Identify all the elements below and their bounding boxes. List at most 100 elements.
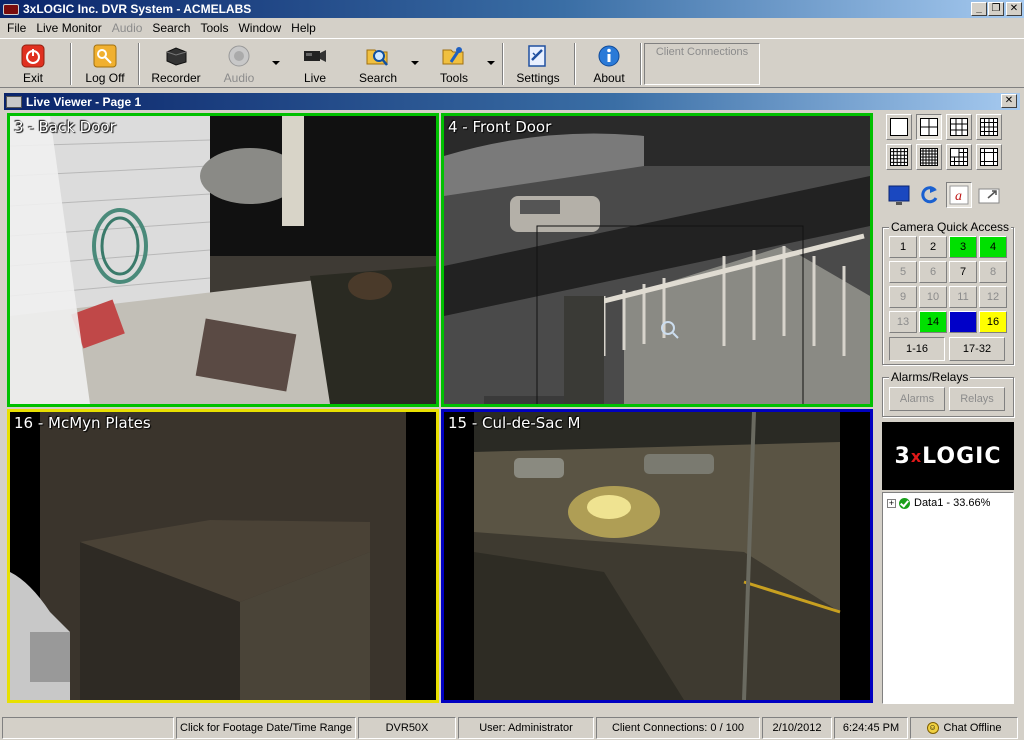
- camera-tile-back-door[interactable]: 3 - Back Door: [7, 113, 439, 407]
- 3xlogic-logo: 3 x LOGIC: [882, 422, 1014, 490]
- live-viewer-title: Live Viewer - Page 1: [26, 94, 142, 109]
- quick-access-camera-1[interactable]: 1: [889, 236, 917, 258]
- toolbar-separator: [138, 43, 140, 85]
- camera-label: 15 - Cul-de-Sac M: [448, 414, 581, 432]
- quick-access-camera-3[interactable]: 3: [949, 236, 977, 258]
- search-label: Search: [358, 71, 398, 85]
- logoff-button[interactable]: Log Off: [80, 41, 130, 87]
- quick-access-camera-16[interactable]: 16: [979, 311, 1007, 333]
- expand-icon[interactable]: +: [887, 498, 896, 508]
- layout-1x1-button[interactable]: [886, 114, 912, 140]
- time-status: 6:24:45 PM: [834, 717, 908, 739]
- server-status: DVR50X: [358, 717, 456, 739]
- svg-text:a: a: [955, 189, 962, 204]
- live-label: Live: [303, 71, 326, 85]
- alarms-relays-title: Alarms/Relays: [889, 370, 971, 384]
- quick-access-camera-8[interactable]: 8: [979, 261, 1007, 283]
- menu-search[interactable]: Search: [147, 21, 195, 35]
- camera-quick-access-group: Camera Quick Access 1 2 3 4 5 6 7 8 9 10 11 12 13 14 1…: [882, 220, 1014, 365]
- tools-dropdown-arrow-icon[interactable]: [487, 61, 495, 65]
- client-connections-status: Client Connections: 0 / 100: [596, 717, 760, 739]
- quick-access-camera-12[interactable]: 12: [979, 286, 1007, 308]
- title-bar: 3xLOGIC Inc. DVR System - ACMELABS _ ❐ ✕: [0, 0, 1024, 18]
- quick-access-camera-2[interactable]: 2: [919, 236, 947, 258]
- recorder-label: Recorder: [151, 71, 201, 85]
- close-button[interactable]: ✕: [1006, 2, 1022, 16]
- quick-access-camera-11[interactable]: 11: [949, 286, 977, 308]
- text-overlay-icon[interactable]: a: [946, 182, 972, 208]
- search-button[interactable]: Search: [354, 41, 402, 87]
- live-viewer: 3 - Back Door 4 - Front Door 16 - McMyn …: [4, 110, 1020, 710]
- about-label: About: [593, 71, 625, 85]
- menu-bar: File Live Monitor Audio Search Tools Win…: [0, 18, 1024, 38]
- menu-file[interactable]: File: [2, 21, 31, 35]
- recorder-button[interactable]: Recorder: [148, 41, 204, 87]
- info-icon: [596, 43, 622, 69]
- quick-access-camera-13[interactable]: 13: [889, 311, 917, 333]
- layout-6x6-button[interactable]: [916, 144, 942, 170]
- menu-help[interactable]: Help: [286, 21, 321, 35]
- monitor-icon[interactable]: [886, 182, 912, 208]
- popout-icon[interactable]: [976, 182, 1002, 208]
- live-viewer-close-button[interactable]: ✕: [1001, 94, 1017, 108]
- quick-access-camera-5[interactable]: 5: [889, 261, 917, 283]
- layout-4x4-button[interactable]: [976, 114, 1002, 140]
- chat-status[interactable]: ☺ Chat Offline: [910, 717, 1018, 739]
- quick-access-camera-7[interactable]: 7: [949, 261, 977, 283]
- quick-access-camera-4[interactable]: 4: [979, 236, 1007, 258]
- menu-tools[interactable]: Tools: [195, 21, 233, 35]
- search-dropdown-arrow-icon[interactable]: [411, 61, 419, 65]
- layout-3x3-button[interactable]: [946, 114, 972, 140]
- layout-1plus7-button[interactable]: [946, 144, 972, 170]
- camera-label: 16 - McMyn Plates: [14, 414, 151, 432]
- footage-range-status[interactable]: Click for Footage Date/Time Range: [176, 717, 356, 739]
- alarms-button[interactable]: Alarms: [889, 387, 945, 411]
- window-title: 3xLOGIC Inc. DVR System - ACMELABS: [23, 2, 252, 16]
- status-empty: [2, 717, 174, 739]
- client-connections-panel: Client Connections: [644, 43, 760, 85]
- menu-live-monitor[interactable]: Live Monitor: [31, 21, 106, 35]
- about-button[interactable]: About: [586, 41, 632, 87]
- tools-label: Tools: [439, 71, 468, 85]
- relays-button[interactable]: Relays: [949, 387, 1005, 411]
- toolbar: Exit Log Off Recorder Audio Live Search: [0, 38, 1024, 88]
- tools-button[interactable]: Tools: [432, 41, 476, 87]
- tree-node-label: Data1 - 33.66%: [914, 497, 991, 509]
- layout-5x5-button[interactable]: [886, 144, 912, 170]
- status-bar: Click for Footage Date/Time Range DVR50X…: [0, 716, 1024, 740]
- quick-access-camera-14[interactable]: 14: [919, 311, 947, 333]
- camera-tile-mcmyn-plates[interactable]: 16 - McMyn Plates: [7, 409, 439, 703]
- app-icon: [3, 3, 19, 15]
- layout-1plus12-button[interactable]: [976, 144, 1002, 170]
- camera-tile-front-door[interactable]: 4 - Front Door: [441, 113, 873, 407]
- key-icon: [92, 43, 118, 69]
- refresh-icon[interactable]: [916, 182, 942, 208]
- audio-dropdown-arrow-icon[interactable]: [272, 61, 280, 65]
- tree-node-data1[interactable]: + Data1 - 33.66%: [887, 497, 990, 509]
- logoff-label: Log Off: [85, 71, 125, 85]
- range-1-16-button[interactable]: 1-16: [889, 337, 945, 361]
- quick-access-camera-15[interactable]: 15: [949, 311, 977, 333]
- storage-tree[interactable]: + Data1 - 33.66%: [882, 492, 1014, 704]
- menu-audio[interactable]: Audio: [107, 21, 148, 35]
- alarms-relays-group: Alarms/Relays Alarms Relays: [882, 370, 1014, 417]
- quick-access-camera-10[interactable]: 10: [919, 286, 947, 308]
- date-status: 2/10/2012: [762, 717, 832, 739]
- audio-button[interactable]: Audio: [216, 41, 262, 87]
- menu-window[interactable]: Window: [233, 21, 286, 35]
- camera-tile-cul-de-sac[interactable]: 15 - Cul-de-Sac M: [441, 409, 873, 703]
- live-viewer-title-bar: Live Viewer - Page 1 ✕: [4, 93, 1020, 110]
- camera-feed-cul-de-sac: [444, 412, 870, 700]
- smiley-icon: ☺: [926, 722, 939, 734]
- range-17-32-button[interactable]: 17-32: [949, 337, 1005, 361]
- live-button[interactable]: Live: [294, 41, 336, 87]
- toolbar-separator: [70, 43, 72, 85]
- toolbar-separator: [574, 43, 576, 85]
- minimize-button[interactable]: _: [971, 2, 987, 16]
- exit-button[interactable]: Exit: [8, 41, 58, 87]
- restore-button[interactable]: ❐: [988, 2, 1004, 16]
- settings-button[interactable]: Settings: [512, 41, 564, 87]
- layout-2x2-button[interactable]: [916, 114, 942, 140]
- quick-access-camera-9[interactable]: 9: [889, 286, 917, 308]
- quick-access-camera-6[interactable]: 6: [919, 261, 947, 283]
